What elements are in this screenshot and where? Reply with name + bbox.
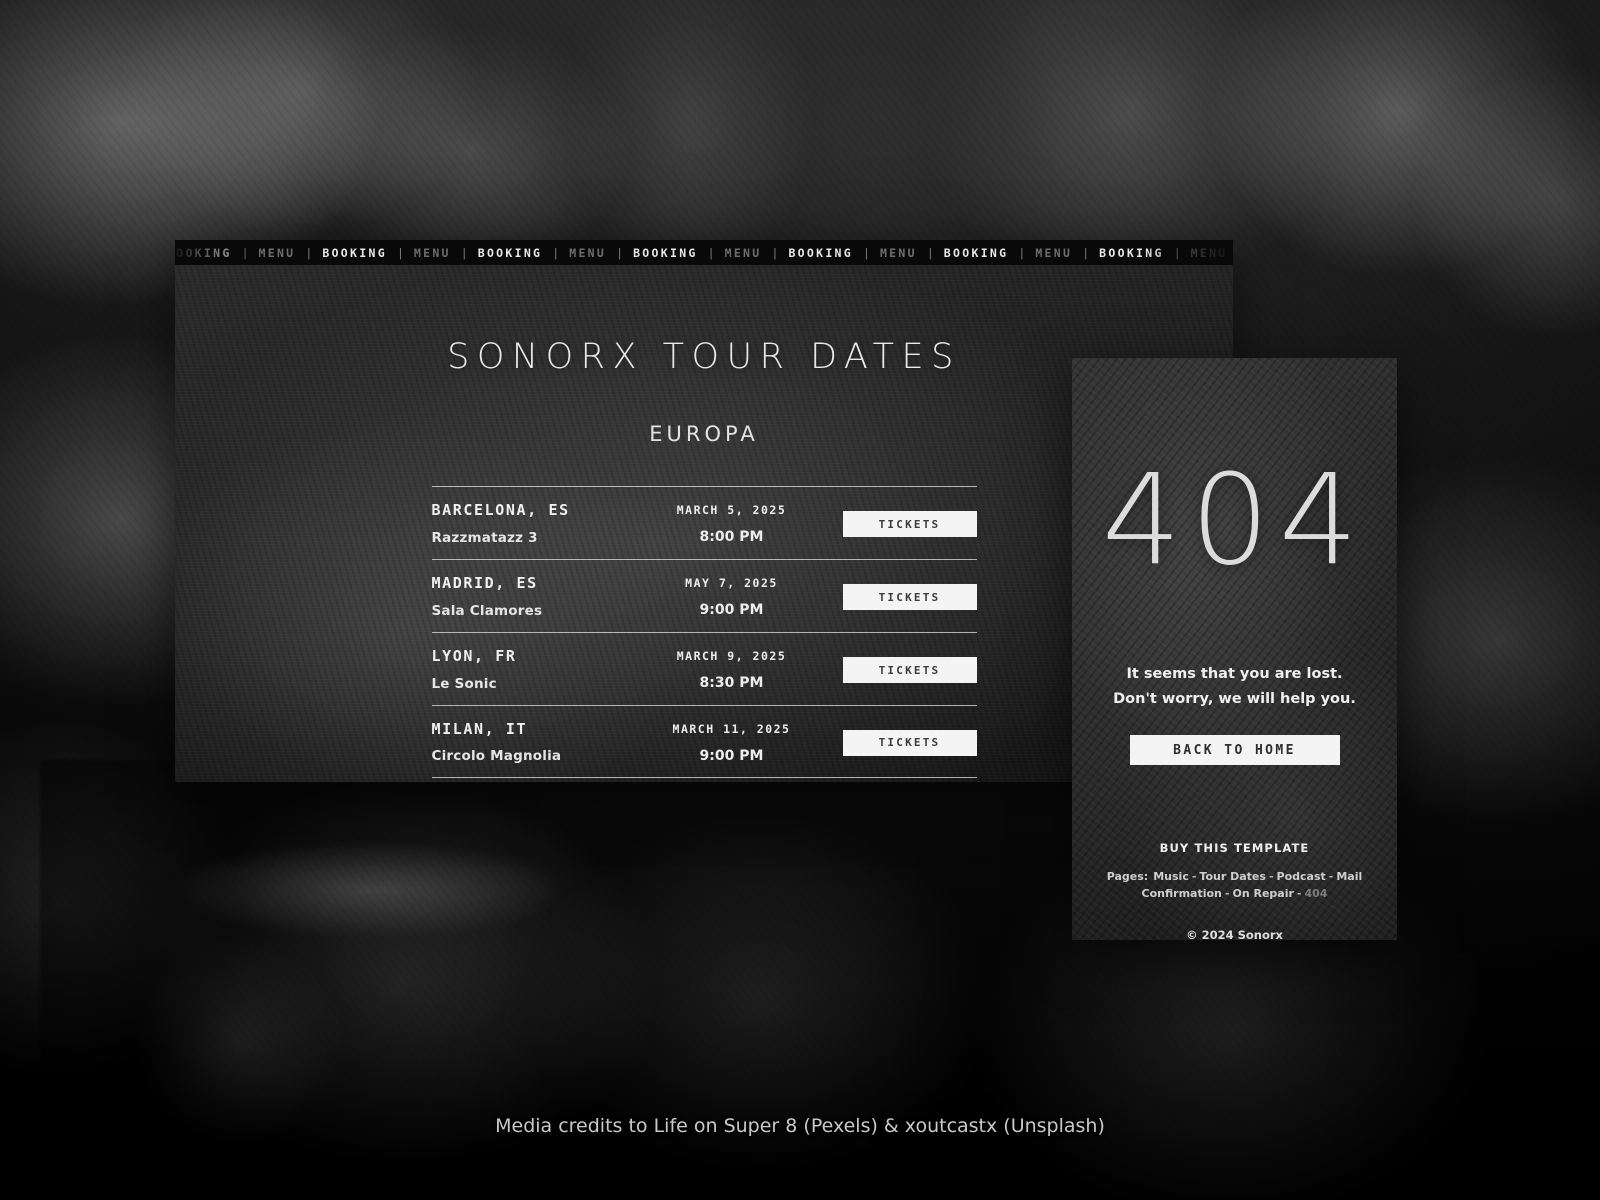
tour-city: MILAN, IT [431, 719, 528, 738]
pages-separator: - [1224, 887, 1230, 901]
tour-venue: Sala Clamores [431, 602, 543, 619]
tour-location-cell: BARCELONA, ES Razzmatazz 3 [432, 502, 632, 546]
tour-city: MADRID, ES [431, 574, 538, 593]
tour-venue: Circolo Magnolia [431, 748, 562, 765]
tour-location-cell: LYON, FR Le Sonic [432, 648, 632, 692]
tour-location-cell: MADRID, ES Sala Clamores [432, 575, 632, 619]
marquee-separator: | [771, 245, 779, 260]
marquee-separator: | [1082, 245, 1090, 260]
marquee-separator: | [396, 245, 404, 260]
marquee-separator: | [616, 245, 624, 260]
tickets-button[interactable]: TICKETS [842, 584, 977, 610]
marquee-item-menu[interactable]: MENU [1181, 246, 1233, 260]
pages-link-list: Music - Tour Dates - Podcast - Mail Confirmati… [1142, 870, 1363, 900]
marquee-separator: | [460, 245, 468, 260]
marquee-item-menu[interactable]: MENU [870, 246, 927, 260]
marquee-item-menu[interactable]: MENU [404, 246, 461, 260]
marquee-item-menu[interactable]: MENU [249, 246, 306, 260]
tour-date: MARCH 5, 2025 [676, 503, 787, 517]
marquee-item-booking[interactable]: BOOKING [623, 246, 708, 260]
error-message-line-2: Don't worry, we will help you. [1113, 690, 1356, 707]
page-link-404[interactable]: 404 [1304, 887, 1327, 900]
marquee-separator: | [1018, 245, 1026, 260]
page-link-on-repair[interactable]: On Repair [1232, 887, 1293, 900]
error-404-panel: 404 It seems that you are lost. Don't wo… [1072, 358, 1397, 940]
tour-ticket-cell: TICKETS [832, 657, 977, 683]
tour-time: 9:00 PM [699, 602, 764, 618]
tour-date: MARCH 11, 2025 [672, 721, 791, 736]
marquee-item-booking[interactable]: BOOKING [1089, 246, 1174, 260]
error-message-line-1: It seems that you are lost. [1126, 666, 1343, 682]
tour-datetime-cell: MARCH 5, 2025 8:00 PM [632, 503, 832, 545]
tour-date-row: BARCELONA, ES Razzmatazz 3 MARCH 5, 2025 8:… [431, 486, 977, 559]
tour-datetime-cell: MARCH 11, 2025 9:00 PM [632, 722, 832, 764]
copyright-text: © 2024 Sonorx [1186, 928, 1283, 940]
screenshot-root: BOOKING|MENU|BOOKING|MENU|BOOKING|MENU|B… [0, 0, 1600, 1200]
footer-pages-links: Pages: Music - Tour Dates - Podcast - Mail Conf… [1072, 868, 1397, 902]
pages-separator: - [1296, 887, 1302, 901]
pages-separator: - [1191, 870, 1197, 884]
tour-time: 8:00 PM [699, 529, 764, 545]
tour-city: LYON, FR [431, 647, 517, 666]
tickets-button[interactable]: TICKETS [842, 657, 977, 683]
marquee-item-booking[interactable]: BOOKING [175, 246, 242, 260]
pages-separator: - [1328, 870, 1334, 884]
media-credit-caption: Media credits to Life on Super 8 (Pexels… [495, 1115, 1105, 1137]
tour-ticket-cell: TICKETS [832, 729, 977, 756]
tour-location-cell: MILAN, IT Circolo Magnolia [432, 721, 632, 765]
tour-time: 9:00 PM [699, 747, 764, 764]
page-link-tour-dates[interactable]: Tour Dates [1199, 870, 1266, 883]
marquee-separator: | [552, 245, 560, 260]
marquee-item-booking[interactable]: BOOKING [312, 246, 397, 260]
tour-time: 8:30 PM [699, 675, 764, 691]
tour-ticket-cell: TICKETS [832, 584, 977, 610]
marquee-item-booking[interactable]: BOOKING [468, 246, 553, 260]
marquee-item-menu[interactable]: MENU [715, 246, 772, 260]
tour-dates-list: BARCELONA, ES Razzmatazz 3 MARCH 5, 2025 8:… [431, 486, 977, 778]
tour-date: MARCH 9, 2025 [676, 649, 787, 663]
tour-venue: Razzmatazz 3 [431, 529, 538, 546]
tour-city: BARCELONA, ES [431, 501, 570, 520]
marquee-item-menu[interactable]: MENU [559, 246, 616, 260]
marquee-separator: | [707, 245, 715, 260]
pages-label: Pages: [1106, 870, 1149, 884]
booking-menu-marquee[interactable]: BOOKING|MENU|BOOKING|MENU|BOOKING|MENU|B… [175, 240, 1233, 265]
tickets-button[interactable]: TICKETS [842, 729, 977, 756]
error-code: 404 [1101, 448, 1368, 593]
marquee-separator: | [305, 245, 313, 260]
pages-separator: - [1268, 870, 1274, 884]
tour-date-row: LYON, FR Le Sonic MARCH 9, 2025 8:30 PM TICK… [431, 632, 977, 705]
marquee-track: BOOKING|MENU|BOOKING|MENU|BOOKING|MENU|B… [175, 246, 1233, 260]
tickets-button[interactable]: TICKETS [842, 511, 977, 537]
marquee-item-booking[interactable]: BOOKING [934, 246, 1019, 260]
marquee-separator: | [1173, 245, 1181, 260]
page-link-podcast[interactable]: Podcast [1277, 870, 1326, 883]
buy-this-template-link[interactable]: BUY THIS TEMPLATE [1072, 841, 1397, 855]
page-link-music[interactable]: Music [1153, 870, 1189, 883]
marquee-item-booking[interactable]: BOOKING [778, 246, 863, 260]
marquee-item-menu[interactable]: MENU [1025, 246, 1082, 260]
marquee-separator: | [241, 245, 249, 260]
tour-datetime-cell: MAY 7, 2025 9:00 PM [632, 576, 832, 618]
marquee-separator: | [926, 245, 934, 260]
marquee-separator: | [863, 245, 870, 260]
tour-date-row: MILAN, IT Circolo Magnolia MARCH 11, 2025 9… [431, 705, 977, 778]
error-panel-content: 404 It seems that you are lost. Don't wo… [1072, 458, 1397, 940]
tour-datetime-cell: MARCH 9, 2025 8:30 PM [632, 649, 832, 691]
tour-ticket-cell: TICKETS [832, 511, 977, 537]
back-to-home-button[interactable]: BACK TO HOME [1129, 735, 1340, 766]
tour-venue: Le Sonic [431, 675, 497, 692]
tour-date: MAY 7, 2025 [685, 576, 778, 590]
tour-date-row: MADRID, ES Sala Clamores MAY 7, 2025 9:00 P… [431, 559, 977, 632]
